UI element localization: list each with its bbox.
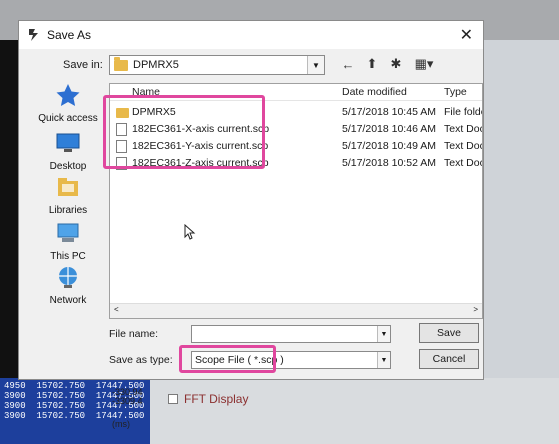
up-folder-icon[interactable]: ⬆: [363, 55, 381, 73]
column-header-type[interactable]: Type: [444, 86, 467, 98]
file-list-header: Name Date modified Type: [110, 84, 482, 101]
fft-display-label: FFT Display: [184, 392, 249, 406]
places-bar: Quick access Desktop Libraries This PC N…: [27, 83, 109, 321]
app-icon: [29, 29, 38, 41]
save-as-type-label: Save as type:: [109, 354, 173, 366]
save-in-row: Save in: DPMRX5 ▼ ← ⬆ ✱ ▦▾: [19, 55, 483, 77]
save-as-type-value: Scope File ( *.scp ): [195, 354, 284, 366]
desktop-icon: [56, 133, 80, 152]
dialog-title: Save As: [47, 28, 92, 42]
close-icon[interactable]: ✕: [460, 25, 473, 45]
place-libraries[interactable]: Libraries: [27, 175, 109, 216]
save-in-value: DPMRX5: [133, 59, 179, 71]
chevron-down-icon[interactable]: ▼: [377, 352, 390, 368]
place-desktop[interactable]: Desktop: [27, 131, 109, 172]
libraries-icon: [58, 178, 78, 196]
column-header-name[interactable]: Name: [132, 86, 160, 98]
file-name-input[interactable]: ▼: [191, 325, 391, 343]
computer-icon: [57, 223, 79, 242]
place-this-pc[interactable]: This PC: [27, 221, 109, 262]
file-icon: [116, 140, 127, 153]
view-menu-icon[interactable]: ▦▾: [411, 55, 437, 73]
folder-icon: [116, 108, 129, 118]
dialog-toolbar: ← ⬆ ✱ ▦▾: [339, 55, 437, 73]
fft-display-checkbox[interactable]: FFT Display: [168, 392, 248, 406]
file-list[interactable]: Name Date modified Type DPMRX5 5/17/2018…: [109, 83, 483, 319]
place-network[interactable]: Network: [27, 265, 109, 306]
file-name-label: File name:: [109, 328, 159, 340]
horizontal-scrollbar[interactable]: < >: [110, 303, 482, 318]
star-icon: [56, 84, 80, 106]
save-in-dropdown[interactable]: DPMRX5 ▼: [109, 55, 325, 75]
save-button[interactable]: Save: [419, 323, 479, 343]
scroll-right-icon[interactable]: >: [473, 305, 478, 314]
save-in-label: Save in:: [63, 59, 103, 71]
place-quick-access[interactable]: Quick access: [27, 83, 109, 124]
scroll-left-icon[interactable]: <: [114, 305, 119, 314]
chevron-down-icon[interactable]: ▼: [377, 326, 390, 342]
title-bar[interactable]: Save As ✕: [19, 21, 483, 49]
back-arrow-icon[interactable]: ←: [339, 55, 357, 73]
list-item[interactable]: 182EC361-Y-axis current.scp 5/17/2018 10…: [110, 138, 482, 155]
network-icon: [59, 267, 77, 288]
folder-icon: [114, 56, 128, 71]
new-folder-icon[interactable]: ✱: [387, 55, 405, 73]
list-item[interactable]: 182EC361-X-axis current.scp 5/17/2018 10…: [110, 121, 482, 138]
column-header-date[interactable]: Date modified: [342, 86, 407, 98]
chevron-down-icon[interactable]: ▼: [307, 56, 324, 74]
mouse-cursor-icon: [184, 224, 196, 240]
file-icon: [116, 123, 127, 136]
background-left-strip: [0, 40, 18, 390]
file-icon: [116, 157, 127, 170]
save-as-dialog: Save As ✕ Save in: DPMRX5 ▼ ← ⬆ ✱ ▦▾ Qui…: [18, 20, 484, 380]
checkbox-box[interactable]: [168, 394, 178, 404]
background-readout: -330.94 -3309.4 (ms): [112, 387, 143, 429]
save-as-type-dropdown[interactable]: Scope File ( *.scp ) ▼: [191, 351, 391, 369]
list-item[interactable]: 182EC361-Z-axis current.scp 5/17/2018 10…: [110, 155, 482, 172]
cancel-button[interactable]: Cancel: [419, 349, 479, 369]
list-item[interactable]: DPMRX5 5/17/2018 10:45 AM File folder: [110, 104, 482, 121]
